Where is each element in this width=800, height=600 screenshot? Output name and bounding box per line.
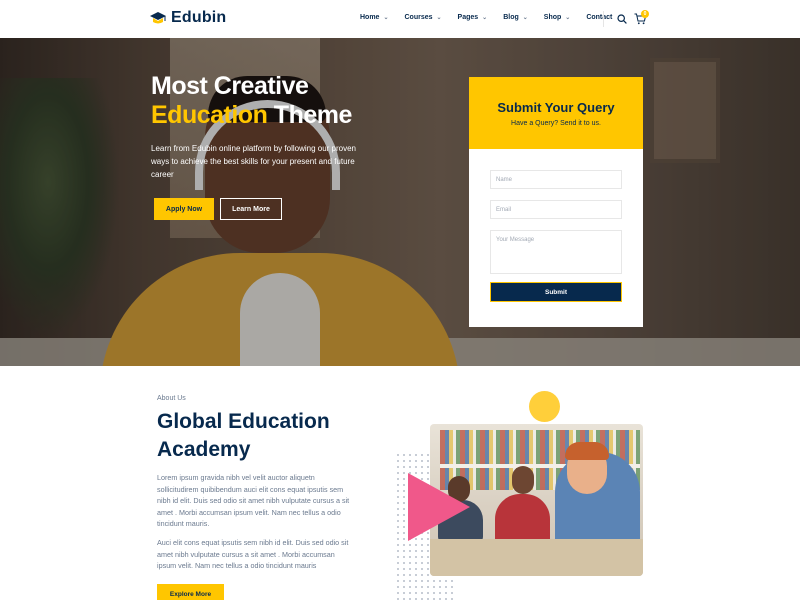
about-kicker: About Us — [157, 395, 186, 402]
chevron-down-icon: ⌄ — [565, 15, 571, 21]
site-header: Edubin Home ⌄ Courses ⌄ Pages ⌄ Blog ⌄ S… — [0, 0, 800, 38]
query-form-subtitle: Have a Query? Send it to us. — [511, 120, 601, 127]
nav-item-home[interactable]: Home ⌄ — [360, 14, 388, 21]
logo-text: Edubin — [171, 9, 227, 26]
nav-label: Courses — [404, 14, 433, 21]
email-field[interactable]: Email — [490, 200, 622, 219]
nav-item-courses[interactable]: Courses ⌄ — [404, 14, 441, 21]
nav-label: Contact — [586, 14, 613, 21]
about-paragraph-2: Auci elit cons equat ipsutis sem nibh id… — [157, 538, 349, 570]
student-middle-head — [512, 466, 534, 494]
query-form: Submit Your Query Have a Query? Send it … — [469, 77, 643, 327]
student-front-hair — [565, 442, 609, 460]
nav-item-shop[interactable]: Shop ⌄ — [544, 14, 571, 21]
query-form-title: Submit Your Query — [497, 100, 615, 115]
hero-title: Most Creative Education Theme — [151, 72, 352, 130]
hero-banner — [0, 38, 800, 366]
name-field[interactable]: Name — [490, 170, 622, 189]
hero-title-line2: Education Theme — [151, 101, 352, 130]
nav-item-pages[interactable]: Pages ⌄ — [458, 14, 488, 21]
apply-now-button[interactable]: Apply Now — [154, 198, 214, 220]
about-title: Global Education Academy — [157, 410, 330, 461]
query-form-header: Submit Your Query Have a Query? Send it … — [469, 77, 643, 149]
nav-item-contact[interactable]: Contact — [586, 14, 612, 21]
hero-title-accent: Education — [151, 101, 268, 129]
cart-count-badge: 0 — [641, 10, 649, 18]
search-icon[interactable] — [617, 14, 627, 24]
chevron-down-icon: ⌄ — [482, 15, 488, 21]
main-nav: Home ⌄ Courses ⌄ Pages ⌄ Blog ⌄ Shop ⌄ C… — [360, 14, 628, 21]
nav-label: Shop — [543, 14, 562, 21]
graduation-cap-icon — [150, 12, 166, 24]
hero-title-line1: Most Creative — [151, 72, 309, 100]
submit-button[interactable]: Submit — [490, 282, 622, 302]
nav-divider — [603, 11, 604, 27]
hero-title-rest: Theme — [273, 101, 353, 129]
about-paragraph-1: Lorem ipsum gravida nibh vel velit aucto… — [157, 473, 350, 528]
nav-item-blog[interactable]: Blog ⌄ — [503, 14, 528, 21]
hero-overlay — [0, 38, 800, 366]
message-field[interactable]: Your Message — [490, 230, 622, 274]
hero-description: Learn from Edubin online platform by fol… — [151, 144, 357, 179]
study-table — [430, 539, 643, 576]
nav-label: Blog — [503, 14, 519, 21]
student-middle-body — [495, 494, 550, 544]
pink-triangle-decoration — [408, 473, 470, 541]
yellow-circle-decoration — [529, 391, 560, 422]
chevron-down-icon: ⌄ — [436, 15, 442, 21]
logo[interactable]: Edubin — [150, 9, 226, 27]
learn-more-button[interactable]: Learn More — [220, 198, 282, 220]
nav-label: Home — [360, 14, 380, 21]
explore-more-button[interactable]: Explore More — [157, 584, 224, 600]
nav-label: Pages — [457, 14, 479, 21]
chevron-down-icon: ⌄ — [383, 15, 389, 21]
chevron-down-icon: ⌄ — [522, 15, 528, 21]
